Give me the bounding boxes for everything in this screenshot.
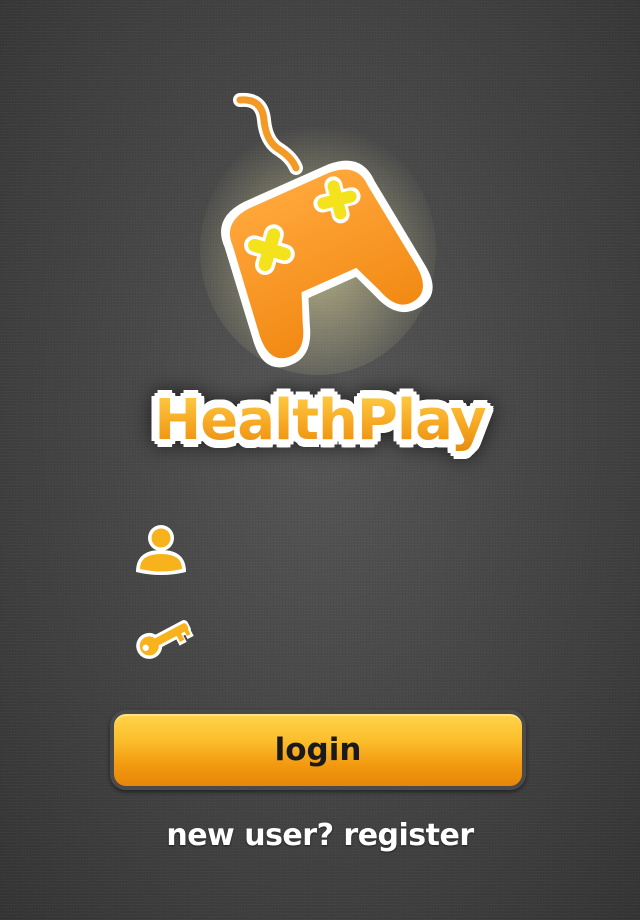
- app-title: HealthPlay: [0, 388, 640, 453]
- register-link[interactable]: new user? register: [0, 818, 640, 853]
- username-input[interactable]: [202, 524, 516, 566]
- login-button[interactable]: login: [110, 710, 526, 790]
- password-row: [120, 597, 520, 667]
- key-icon: [136, 620, 194, 659]
- password-input[interactable]: [202, 611, 516, 653]
- gamepad-icon: [200, 92, 436, 375]
- user-icon: [136, 525, 186, 575]
- username-row: [120, 510, 520, 580]
